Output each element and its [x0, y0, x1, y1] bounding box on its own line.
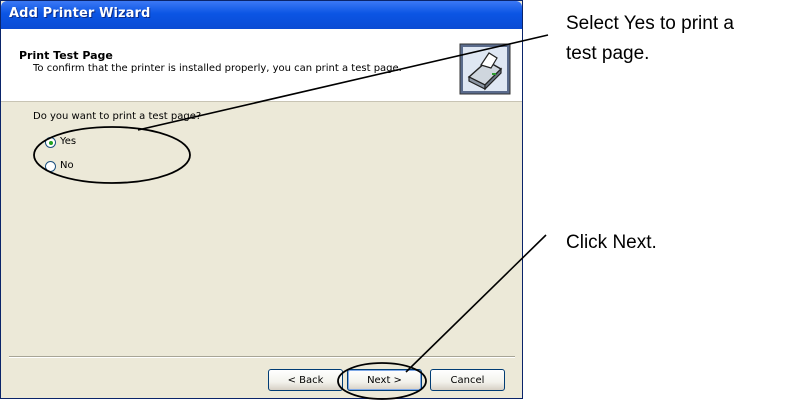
callout-select-yes-line1: Select Yes to print a: [566, 13, 734, 34]
page-title: Print Test Page: [19, 49, 113, 62]
wizard-header: Print Test Page To confirm that the prin…: [1, 29, 522, 102]
next-button[interactable]: Next >: [347, 369, 422, 391]
cancel-button[interactable]: Cancel: [430, 369, 505, 391]
callout-click-next: Click Next.: [566, 232, 657, 253]
window-title: Add Printer Wizard: [9, 6, 151, 21]
callout-select-yes-line2: test page.: [566, 43, 650, 64]
printer-icon: [459, 43, 511, 95]
print-test-question: Do you want to print a test page?: [33, 111, 202, 122]
back-button[interactable]: < Back: [268, 369, 343, 391]
no-radio-label[interactable]: No: [60, 160, 74, 171]
yes-radio-label[interactable]: Yes: [60, 136, 76, 147]
page-subtitle: To confirm that the printer is installed…: [33, 63, 402, 74]
no-radio-button[interactable]: [45, 161, 56, 172]
button-separator: [9, 356, 515, 358]
yes-radio-button[interactable]: [45, 137, 56, 148]
title-bar[interactable]: Add Printer Wizard: [1, 1, 522, 29]
add-printer-wizard-window: Add Printer Wizard Print Test Page To co…: [0, 0, 523, 399]
